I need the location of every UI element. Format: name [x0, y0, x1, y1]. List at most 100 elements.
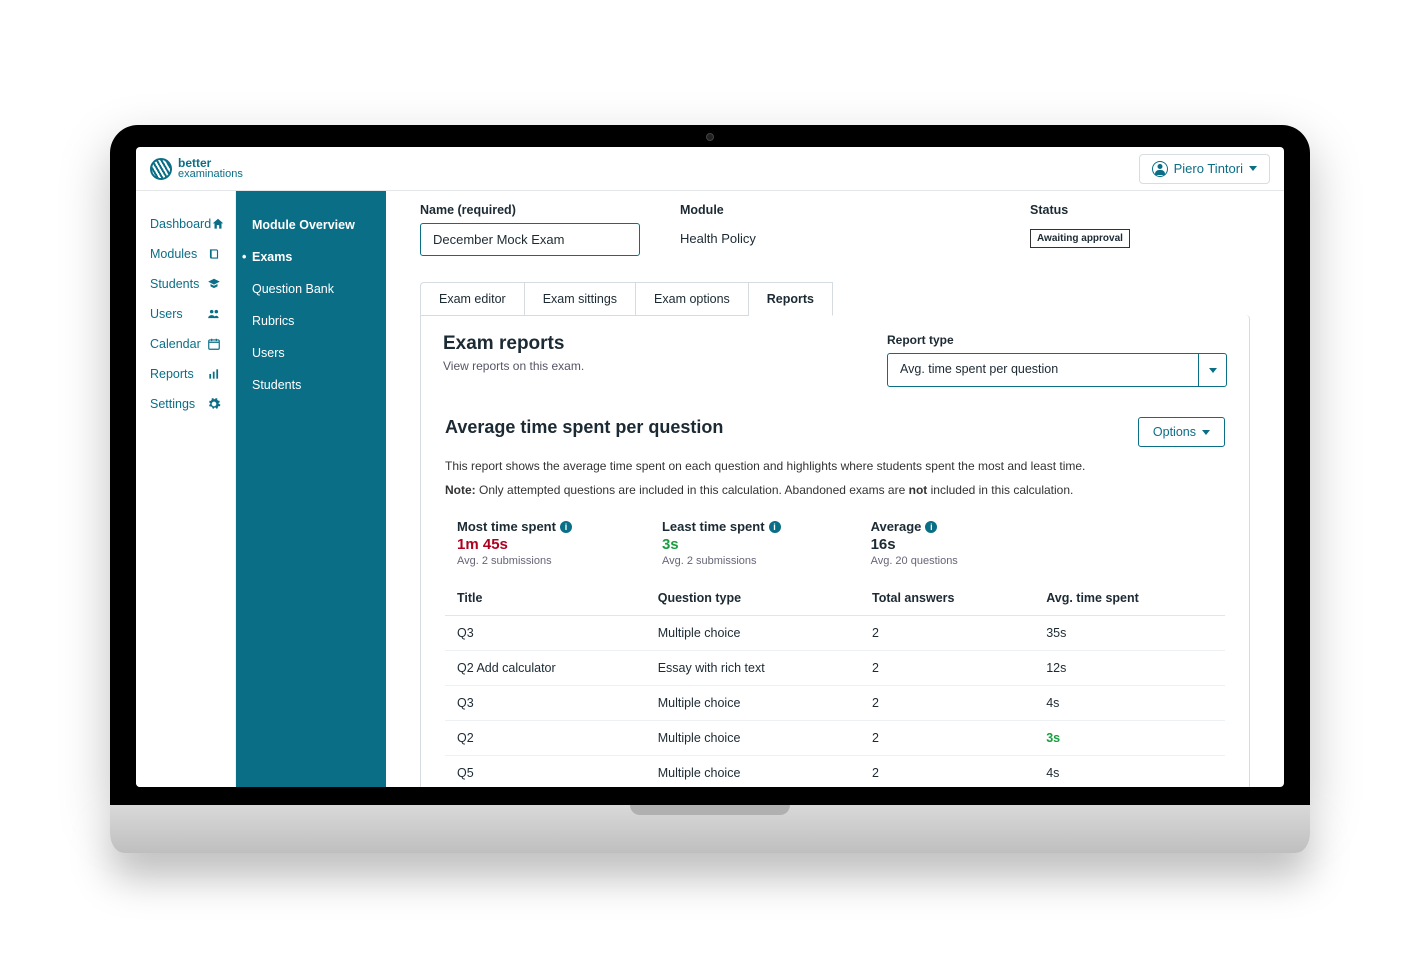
student-icon	[207, 277, 221, 291]
stat-least: Least time spenti 3s Avg. 2 submissions	[662, 519, 781, 567]
cell-type: Essay with rich text	[646, 651, 860, 686]
nav2-exams[interactable]: Exams	[236, 241, 386, 273]
cell-title: Q3	[445, 616, 646, 651]
col-type[interactable]: Question type	[646, 581, 860, 616]
nav-modules[interactable]: Modules	[136, 239, 235, 269]
book-icon	[207, 247, 221, 261]
report-note: Note: Only attempted questions are inclu…	[445, 483, 1225, 497]
tab-reports[interactable]: Reports	[749, 282, 833, 316]
calendar-icon	[207, 337, 221, 351]
panel-title: Exam reports	[443, 333, 584, 355]
panel-subtitle: View reports on this exam.	[443, 359, 584, 373]
cell-answers: 2	[860, 721, 1034, 756]
brand[interactable]: better examinations	[150, 157, 243, 180]
note-a: Only attempted questions are included in…	[476, 483, 909, 497]
laptop-camera	[706, 133, 714, 141]
module-value: Health Policy	[680, 223, 990, 246]
module-label: Module	[680, 203, 990, 217]
cell-type: Multiple choice	[646, 756, 860, 788]
note-b: included in this calculation.	[927, 483, 1073, 497]
stat-most-title: Most time spent	[457, 519, 556, 534]
status-label: Status	[1030, 203, 1250, 217]
report-type-label: Report type	[887, 333, 1227, 347]
avatar-icon	[1152, 161, 1168, 177]
users-icon	[207, 307, 221, 321]
stat-most: Most time spenti 1m 45s Avg. 2 submissio…	[457, 519, 572, 567]
brand-text: better examinations	[178, 157, 243, 180]
table-row[interactable]: Q3Multiple choice235s	[445, 616, 1225, 651]
cell-title: Q5	[445, 756, 646, 788]
exam-name-input[interactable]: December Mock Exam	[420, 223, 640, 256]
nav2-label: Users	[252, 346, 285, 360]
stat-avg-sub: Avg. 20 questions	[871, 555, 958, 567]
info-icon[interactable]: i	[560, 521, 572, 533]
select-toggle[interactable]	[1198, 354, 1226, 386]
nav2-label: Rubrics	[252, 314, 294, 328]
brand-line2: examinations	[178, 169, 243, 180]
nav2-students[interactable]: Students	[236, 369, 386, 401]
cell-time: 35s	[1034, 616, 1225, 651]
col-answers[interactable]: Total answers	[860, 581, 1034, 616]
chevron-down-icon	[1209, 368, 1217, 373]
col-title[interactable]: Title	[445, 581, 646, 616]
info-icon[interactable]: i	[925, 521, 937, 533]
stat-least-value: 3s	[662, 536, 781, 553]
chevron-down-icon	[1249, 166, 1257, 171]
nav2-label: Students	[252, 378, 301, 392]
table-row[interactable]: Q5Multiple choice24s	[445, 756, 1225, 788]
report-options-button[interactable]: Options	[1138, 417, 1225, 447]
exam-tabs: Exam editor Exam sittings Exam options R…	[420, 282, 1250, 316]
nav-label: Modules	[150, 247, 207, 261]
nav-calendar[interactable]: Calendar	[136, 329, 235, 359]
home-icon	[211, 217, 225, 231]
nav-label: Reports	[150, 367, 207, 381]
nav2-title[interactable]: Module Overview	[236, 209, 386, 241]
cell-type: Multiple choice	[646, 721, 860, 756]
user-menu[interactable]: Piero Tintori	[1139, 154, 1270, 184]
name-label: Name (required)	[420, 203, 640, 217]
tab-exam-options[interactable]: Exam options	[636, 282, 749, 316]
table-row[interactable]: Q2 Add calculatorEssay with rich text212…	[445, 651, 1225, 686]
nav-settings[interactable]: Settings	[136, 389, 235, 419]
report-stats: Most time spenti 1m 45s Avg. 2 submissio…	[445, 519, 1225, 567]
cell-title: Q3	[445, 686, 646, 721]
table-row[interactable]: Q2Multiple choice23s	[445, 721, 1225, 756]
laptop-base	[110, 805, 1310, 853]
nav2-question-bank[interactable]: Question Bank	[236, 273, 386, 305]
primary-nav: Dashboard Modules Students	[136, 191, 236, 787]
bars-icon	[207, 367, 221, 381]
note-prefix: Note:	[445, 483, 476, 497]
nav-label: Dashboard	[150, 217, 211, 231]
nav-students[interactable]: Students	[136, 269, 235, 299]
nav-dashboard[interactable]: Dashboard	[136, 209, 235, 239]
report-card: Average time spent per question Options …	[443, 413, 1227, 787]
tab-exam-editor[interactable]: Exam editor	[420, 282, 525, 316]
tab-exam-sittings[interactable]: Exam sittings	[525, 282, 636, 316]
exam-meta: Name (required) December Mock Exam Modul…	[420, 203, 1250, 256]
nav-users[interactable]: Users	[136, 299, 235, 329]
topbar: better examinations Piero Tintori	[136, 147, 1284, 191]
secondary-nav: Module Overview Exams Question Bank Rubr…	[236, 191, 386, 787]
table-row[interactable]: Q3Multiple choice24s	[445, 686, 1225, 721]
report-title: Average time spent per question	[445, 417, 723, 438]
nav2-users[interactable]: Users	[236, 337, 386, 369]
cell-title: Q2 Add calculator	[445, 651, 646, 686]
status-badge: Awaiting approval	[1030, 229, 1130, 248]
info-icon[interactable]: i	[769, 521, 781, 533]
brand-logo-icon	[150, 158, 172, 180]
col-time[interactable]: Avg. time spent	[1034, 581, 1225, 616]
report-type-select[interactable]: Avg. time spent per question	[887, 353, 1227, 387]
nav2-label: Question Bank	[252, 282, 334, 296]
nav2-rubrics[interactable]: Rubrics	[236, 305, 386, 337]
cell-time: 12s	[1034, 651, 1225, 686]
nav-label: Calendar	[150, 337, 207, 351]
cell-answers: 2	[860, 686, 1034, 721]
reports-panel: Exam reports View reports on this exam. …	[420, 315, 1250, 787]
stat-least-title: Least time spent	[662, 519, 765, 534]
cell-type: Multiple choice	[646, 616, 860, 651]
gear-icon	[207, 397, 221, 411]
user-name: Piero Tintori	[1174, 161, 1243, 176]
cell-time: 4s	[1034, 686, 1225, 721]
nav-reports[interactable]: Reports	[136, 359, 235, 389]
nav-label: Settings	[150, 397, 207, 411]
